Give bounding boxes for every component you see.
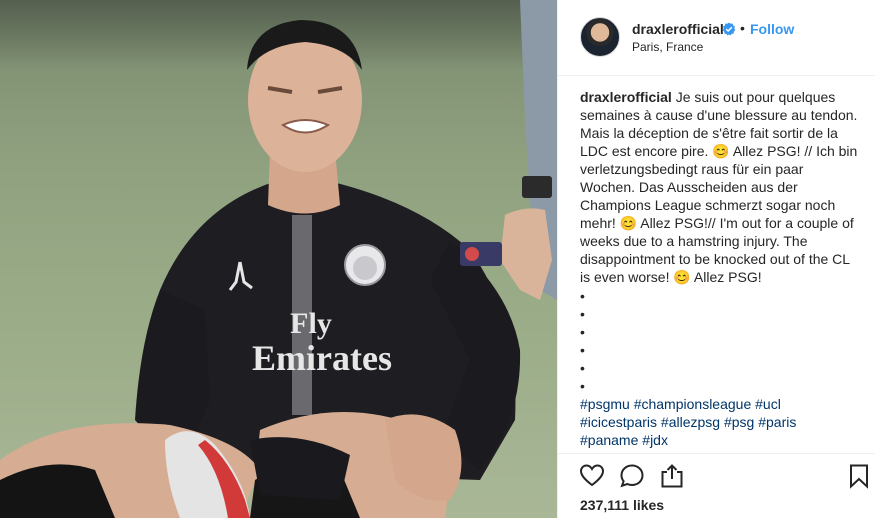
sponsor-line-2: Emirates	[252, 338, 392, 378]
post-header: draxlerofficial • Follow Paris, France	[558, 0, 875, 76]
hashtag-link[interactable]: #psg	[724, 414, 754, 430]
bullet: •	[580, 360, 585, 376]
bullet: •	[580, 306, 585, 322]
username-link[interactable]: draxlerofficial	[632, 21, 724, 37]
patch-emblem	[465, 247, 479, 261]
hashtag-link[interactable]: #paris	[758, 414, 796, 430]
post-photo[interactable]: Fly Emirates	[0, 0, 557, 518]
location-link[interactable]: Paris, France	[632, 40, 703, 54]
bullet: •	[580, 378, 585, 394]
psg-badge-inner	[353, 256, 377, 280]
post-details-panel: draxlerofficial • Follow Paris, France d…	[557, 0, 875, 518]
hashtag-link[interactable]: #psgmu	[580, 396, 630, 412]
hashtags: #psgmu #championsleague #ucl #icicestpar…	[580, 395, 862, 449]
bullet: •	[580, 288, 585, 304]
hashtag-link[interactable]: #icicestparis	[580, 414, 657, 430]
hashtag-link[interactable]: #jdx	[642, 432, 668, 448]
bullet: •	[580, 342, 585, 358]
sponsor-line-1: Fly	[290, 307, 332, 340]
comment-icon[interactable]	[619, 463, 645, 489]
hashtag-link[interactable]: #paname	[580, 432, 638, 448]
share-icon[interactable]	[659, 463, 685, 489]
caption-username[interactable]: draxlerofficial	[580, 89, 672, 105]
bullet: •	[580, 324, 585, 340]
bookmark-icon[interactable]	[846, 463, 872, 489]
follow-button[interactable]: Follow	[750, 21, 794, 37]
caption-text: Je suis out pour quelques semaines à cau…	[580, 89, 858, 285]
verified-badge-icon	[722, 22, 736, 36]
post-caption: draxlerofficial Je suis out pour quelque…	[580, 88, 862, 286]
caption-bullets: • • • • • •	[580, 287, 600, 395]
hashtag-link[interactable]: #allezpsg	[661, 414, 720, 430]
likes-count[interactable]: 237,111 likes	[580, 497, 664, 513]
player-illustration: Fly Emirates	[0, 0, 557, 518]
heart-icon[interactable]	[579, 463, 605, 489]
post-actions	[558, 453, 875, 493]
avatar[interactable]	[580, 17, 620, 57]
hashtag-link[interactable]: #championsleague	[634, 396, 752, 412]
hashtag-link[interactable]: #ucl	[755, 396, 781, 412]
trainer-watch	[522, 176, 552, 198]
separator-dot: •	[740, 20, 745, 36]
